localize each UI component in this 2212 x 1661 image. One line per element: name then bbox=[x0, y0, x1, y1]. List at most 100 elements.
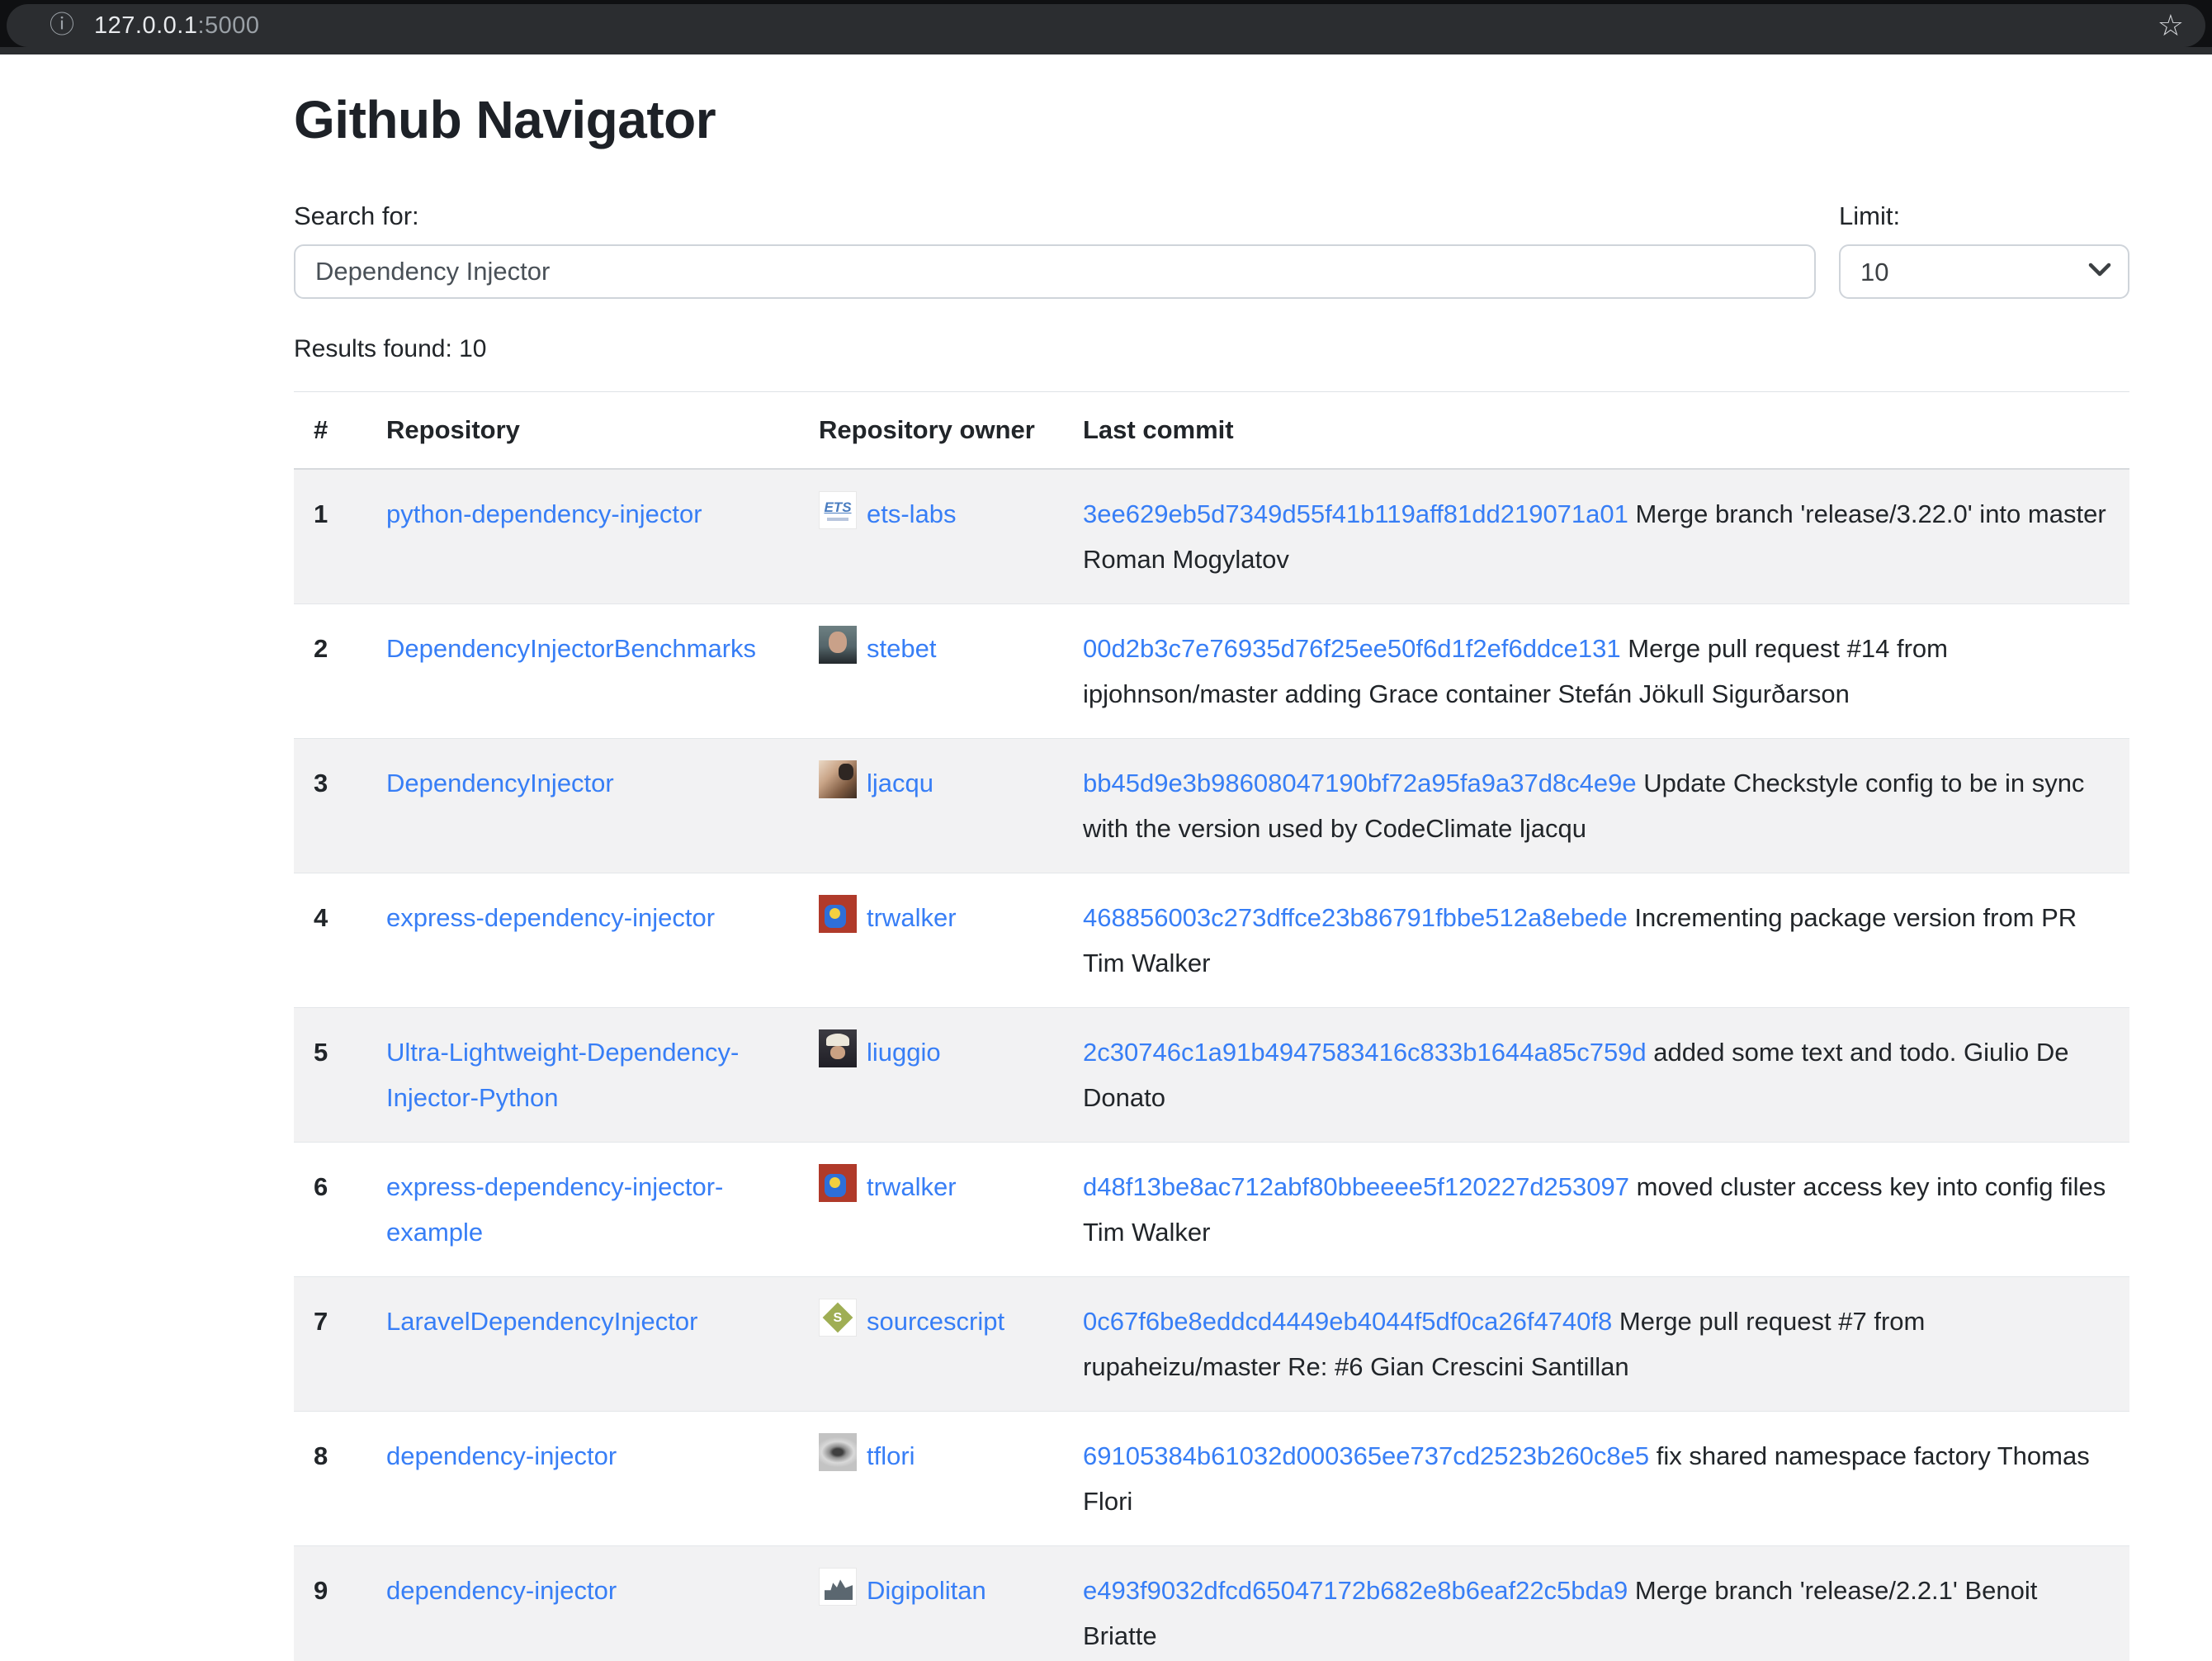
repository-link[interactable]: DependencyInjector bbox=[386, 769, 614, 797]
bookmark-star-icon[interactable]: ☆ bbox=[2158, 11, 2184, 40]
owner-link[interactable]: ljacqu bbox=[867, 769, 933, 797]
repository-cell: dependency-injector bbox=[366, 1546, 799, 1661]
url-text[interactable]: 127.0.0.1:5000 bbox=[94, 12, 260, 40]
commit-hash-link[interactable]: 0c67f6be8eddcd4449eb4044f5df0ca26f4740f8 bbox=[1083, 1307, 1612, 1336]
results-table-body: 1python-dependency-injectorETSets-labs3e… bbox=[294, 469, 2129, 1661]
last-commit-cell: d48f13be8ac712abf80bbeeee5f120227d253097… bbox=[1063, 1143, 2129, 1277]
limit-group: Limit: 10 bbox=[1839, 201, 2129, 299]
owner-link[interactable]: sourcescript bbox=[867, 1307, 1004, 1336]
repository-cell: DependencyInjector bbox=[366, 739, 799, 873]
table-row: 4 express-dependency-injector trwalker 4688… bbox=[294, 873, 2129, 1008]
url-port: :5000 bbox=[197, 12, 259, 39]
repository-link[interactable]: python-dependency-injector bbox=[386, 499, 702, 528]
page-title: Github Navigator bbox=[294, 89, 2212, 150]
repository-link[interactable]: dependency-injector bbox=[386, 1441, 617, 1470]
limit-select[interactable]: 10 bbox=[1839, 244, 2129, 299]
row-number: 9 bbox=[294, 1546, 366, 1661]
owner-avatar bbox=[819, 626, 857, 664]
browser-chrome: ⓘ 127.0.0.1:5000 ☆ bbox=[0, 0, 2212, 54]
table-row: 1 python-dependency-injector ETS ets-labs 3e… bbox=[294, 469, 2129, 604]
owner-link[interactable]: tflori bbox=[867, 1441, 915, 1470]
repository-link[interactable]: DependencyInjectorBenchmarks bbox=[386, 634, 756, 663]
owner-cell: stebet bbox=[799, 604, 1063, 739]
repository-cell: express-dependency-injector bbox=[366, 873, 799, 1008]
table-row: 6 express-dependency-injector-example trwa… bbox=[294, 1143, 2129, 1277]
repository-link[interactable]: express-dependency-injector bbox=[386, 903, 715, 932]
owner-avatar: S bbox=[819, 1299, 857, 1337]
owner-cell: tflori bbox=[799, 1412, 1063, 1546]
owner-link[interactable]: trwalker bbox=[867, 903, 957, 932]
search-input[interactable] bbox=[294, 244, 1816, 299]
header-repository: Repository bbox=[366, 392, 799, 470]
owner-cell: trwalker bbox=[799, 1143, 1063, 1277]
owner-avatar bbox=[819, 1164, 857, 1202]
owner-cell: ETS ets-labs bbox=[799, 469, 1063, 604]
last-commit-cell: 00d2b3c7e76935d76f25ee50f6d1f2ef6ddce131… bbox=[1063, 604, 2129, 739]
site-info-icon[interactable]: ⓘ bbox=[50, 13, 74, 38]
owner-avatar: ETS bbox=[819, 491, 857, 529]
owner-cell: liuggio bbox=[799, 1008, 1063, 1143]
row-number: 3 bbox=[294, 739, 366, 873]
table-row: 7LaravelDependencyInjectorSsourcescript0… bbox=[294, 1277, 2129, 1412]
table-row: 5 Ultra-Lightweight-Dependency-Injector-P… bbox=[294, 1008, 2129, 1143]
owner-link[interactable]: ets-labs bbox=[867, 499, 957, 528]
chrome-toolbar-strip bbox=[0, 47, 2212, 54]
row-number: 1 bbox=[294, 469, 366, 604]
url-bar[interactable]: ⓘ 127.0.0.1:5000 ☆ bbox=[7, 4, 2205, 47]
row-number: 8 bbox=[294, 1412, 366, 1546]
owner-avatar bbox=[819, 760, 857, 798]
header-repository-owner: Repository owner bbox=[799, 392, 1063, 470]
row-number: 6 bbox=[294, 1143, 366, 1277]
row-number: 7 bbox=[294, 1277, 366, 1412]
commit-hash-link[interactable]: 2c30746c1a91b4947583416c833b1644a85c759d bbox=[1083, 1038, 1647, 1067]
limit-select-wrap: 10 bbox=[1839, 244, 2129, 299]
owner-link[interactable]: trwalker bbox=[867, 1172, 957, 1201]
owner-avatar bbox=[819, 1433, 857, 1471]
commit-hash-link[interactable]: bb45d9e3b98608047190bf72a95fa9a37d8c4e9e bbox=[1083, 769, 1637, 797]
search-label: Search for: bbox=[294, 201, 1816, 231]
last-commit-cell: 69105384b61032d000365ee737cd2523b260c8e5… bbox=[1063, 1412, 2129, 1546]
owner-link[interactable]: stebet bbox=[867, 634, 936, 663]
limit-label: Limit: bbox=[1839, 201, 2129, 231]
repository-link[interactable]: express-dependency-injector-example bbox=[386, 1172, 723, 1247]
owner-avatar bbox=[819, 1568, 857, 1606]
owner-cell: Ssourcescript bbox=[799, 1277, 1063, 1412]
search-group: Search for: bbox=[294, 201, 1816, 299]
row-number: 2 bbox=[294, 604, 366, 739]
results-summary: Results found: 10 bbox=[294, 335, 2212, 363]
commit-hash-link[interactable]: e493f9032dfcd65047172b682e8b6eaf22c5bda9 bbox=[1083, 1576, 1628, 1605]
header-last-commit: Last commit bbox=[1063, 392, 2129, 470]
commit-hash-link[interactable]: 00d2b3c7e76935d76f25ee50f6d1f2ef6ddce131 bbox=[1083, 634, 1621, 663]
last-commit-cell: e493f9032dfcd65047172b682e8b6eaf22c5bda9… bbox=[1063, 1546, 2129, 1661]
table-row: 2 DependencyInjectorBenchmarks stebet 00d2b… bbox=[294, 604, 2129, 739]
repository-link[interactable]: Ultra-Lightweight-Dependency-Injector-Py… bbox=[386, 1038, 739, 1112]
owner-link[interactable]: Digipolitan bbox=[867, 1576, 986, 1605]
commit-hash-link[interactable]: d48f13be8ac712abf80bbeeee5f120227d253097 bbox=[1083, 1172, 1629, 1201]
owner-cell: Digipolitan bbox=[799, 1546, 1063, 1661]
search-form: Search for: Limit: 10 bbox=[294, 201, 2129, 299]
last-commit-cell: 3ee629eb5d7349d55f41b119aff81dd219071a01… bbox=[1063, 469, 2129, 604]
commit-hash-link[interactable]: 468856003c273dffce23b86791fbbe512a8ebede bbox=[1083, 903, 1628, 932]
repository-cell: LaravelDependencyInjector bbox=[366, 1277, 799, 1412]
url-host: 127.0.0.1 bbox=[94, 12, 197, 39]
last-commit-cell: bb45d9e3b98608047190bf72a95fa9a37d8c4e9e… bbox=[1063, 739, 2129, 873]
table-row: 8 dependency-injector tflori 69105384b61032… bbox=[294, 1412, 2129, 1546]
row-number: 4 bbox=[294, 873, 366, 1008]
owner-avatar bbox=[819, 1029, 857, 1067]
commit-hash-link[interactable]: 3ee629eb5d7349d55f41b119aff81dd219071a01 bbox=[1083, 499, 1628, 528]
commit-hash-link[interactable]: 69105384b61032d000365ee737cd2523b260c8e5 bbox=[1083, 1441, 1649, 1470]
last-commit-cell: 468856003c273dffce23b86791fbbe512a8ebede… bbox=[1063, 873, 2129, 1008]
row-number: 5 bbox=[294, 1008, 366, 1143]
repository-cell: python-dependency-injector bbox=[366, 469, 799, 604]
header-num: # bbox=[294, 392, 366, 470]
last-commit-cell: 0c67f6be8eddcd4449eb4044f5df0ca26f4740f8… bbox=[1063, 1277, 2129, 1412]
repository-cell: Ultra-Lightweight-Dependency-Injector-Py… bbox=[366, 1008, 799, 1143]
owner-link[interactable]: liuggio bbox=[867, 1038, 941, 1067]
repository-cell: dependency-injector bbox=[366, 1412, 799, 1546]
repository-cell: DependencyInjectorBenchmarks bbox=[366, 604, 799, 739]
table-header-row: # Repository Repository owner Last commi… bbox=[294, 392, 2129, 470]
owner-avatar bbox=[819, 895, 857, 933]
results-table: # Repository Repository owner Last commi… bbox=[294, 391, 2129, 1661]
repository-link[interactable]: LaravelDependencyInjector bbox=[386, 1307, 697, 1336]
repository-link[interactable]: dependency-injector bbox=[386, 1576, 617, 1605]
